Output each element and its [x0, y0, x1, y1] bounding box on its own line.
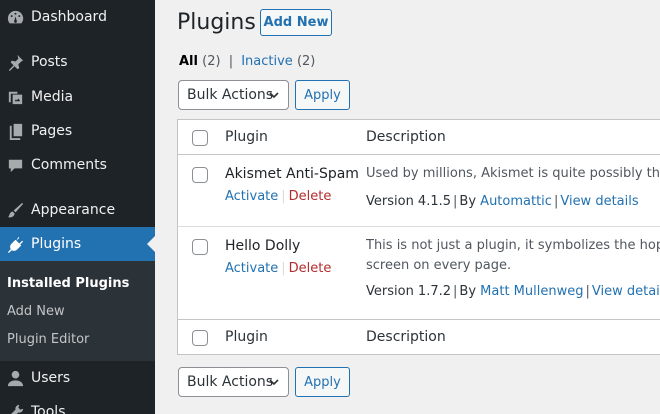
menu-label: Appearance	[31, 202, 116, 218]
submenu-installed-plugins[interactable]: Installed Plugins	[7, 276, 129, 291]
current-arrow	[147, 236, 155, 252]
table-header: Plugin Description	[178, 120, 660, 155]
menu-label: Dashboard	[31, 9, 107, 25]
media-icon	[5, 87, 25, 107]
menu-pages[interactable]: Pages	[0, 114, 155, 148]
plugin-description-line-1: This is not just a plugin, it symbolizes…	[366, 238, 660, 253]
plugin-version: Version 4.1.5	[366, 194, 452, 209]
bulk-actions-select-bottom[interactable]: Bulk Actions	[178, 367, 289, 397]
plugin-version: Version 1.7.2	[366, 284, 452, 299]
chevron-down-icon	[269, 379, 279, 386]
user-icon	[5, 368, 25, 388]
plugin-name: Akismet Anti-Spam	[225, 166, 359, 182]
menu-label: Pages	[31, 123, 73, 139]
delete-link[interactable]: Delete	[289, 261, 332, 276]
column-plugin: Plugin	[225, 129, 268, 145]
table-footer: Plugin Description	[178, 319, 660, 354]
page-title: Plugins	[177, 10, 256, 35]
plug-icon	[5, 234, 25, 254]
column-plugin-footer: Plugin	[225, 329, 268, 345]
view-details-link[interactable]: View details	[560, 194, 638, 209]
brush-icon	[5, 200, 25, 220]
pages-icon	[5, 121, 25, 141]
by-label: By	[459, 194, 477, 209]
wrench-icon	[5, 402, 25, 414]
bulk-actions-select-top[interactable]: Bulk Actions	[178, 80, 289, 110]
filter-all[interactable]: All	[179, 54, 198, 69]
menu-appearance[interactable]: Appearance	[0, 193, 155, 227]
activate-link[interactable]: Activate	[225, 189, 278, 204]
comment-icon	[5, 155, 25, 175]
plugin-description-line-2: screen on every page.	[366, 258, 512, 273]
add-new-button[interactable]: Add New	[260, 9, 332, 36]
table-row: Hello Dolly Activate | Delete This is not …	[178, 227, 660, 319]
menu-label: Users	[31, 370, 71, 386]
row-checkbox[interactable]	[192, 239, 208, 255]
menu-media[interactable]: Media	[0, 80, 155, 114]
submenu-plugin-editor[interactable]: Plugin Editor	[7, 332, 89, 347]
submenu-add-new[interactable]: Add New	[7, 304, 65, 319]
activate-link[interactable]: Activate	[225, 261, 278, 276]
by-label: By	[459, 284, 477, 299]
main-content: Plugins Add New All (2) | Inactive (2) B…	[155, 0, 660, 414]
filter-inactive-count: (2)	[296, 54, 316, 69]
plugin-meta: Version 4.1.5 | By Automattic | View details	[366, 194, 639, 209]
bulk-actions-value: Bulk Actions	[187, 87, 274, 103]
plugins-submenu: Installed Plugins Add New Plugin Editor	[0, 261, 155, 361]
pin-icon	[5, 52, 25, 72]
chevron-down-icon	[269, 92, 279, 99]
bulk-actions-value: Bulk Actions	[187, 374, 274, 390]
select-all-checkbox-bottom[interactable]	[192, 330, 208, 346]
plugin-description: Used by millions, Akismet is quite possi…	[366, 166, 660, 181]
menu-label: Media	[31, 89, 74, 105]
author-link[interactable]: Matt Mullenweg	[480, 284, 583, 299]
menu-comments[interactable]: Comments	[0, 148, 155, 182]
row-actions: Activate | Delete	[225, 261, 332, 276]
delete-link[interactable]: Delete	[289, 189, 332, 204]
dashboard-icon	[5, 7, 25, 27]
menu-label: Tools	[31, 404, 66, 414]
author-link[interactable]: Automattic	[480, 194, 552, 209]
view-details-link[interactable]: View details	[592, 284, 660, 299]
apply-button-bottom[interactable]: Apply	[295, 367, 350, 397]
plugin-name: Hello Dolly	[225, 238, 301, 254]
table-row: Akismet Anti-Spam Activate | Delete Used b…	[178, 155, 660, 227]
menu-dashboard[interactable]: Dashboard	[0, 0, 155, 34]
filter-all-count: (2)	[202, 54, 221, 69]
row-actions: Activate | Delete	[225, 189, 332, 204]
menu-users[interactable]: Users	[0, 361, 155, 395]
menu-posts[interactable]: Posts	[0, 45, 155, 79]
plugins-table: Plugin Description Akismet Anti-Spam Act…	[177, 119, 660, 355]
filter-separator: |	[228, 54, 234, 69]
admin-sidebar: Dashboard Posts Media Pages Comments App…	[0, 0, 155, 414]
plugin-meta: Version 1.7.2 | By Matt Mullenweg | View det…	[366, 284, 660, 299]
menu-label: Comments	[31, 157, 107, 173]
select-all-checkbox[interactable]	[192, 130, 208, 146]
filter-inactive[interactable]: Inactive	[241, 54, 293, 69]
menu-label: Plugins	[31, 236, 82, 252]
menu-tools[interactable]: Tools	[0, 395, 155, 414]
row-checkbox[interactable]	[192, 167, 208, 183]
menu-plugins[interactable]: Plugins	[0, 227, 155, 261]
column-description-footer: Description	[366, 329, 446, 345]
plugin-filters: All (2) | Inactive (2)	[179, 54, 315, 69]
apply-button-top[interactable]: Apply	[295, 80, 350, 110]
column-description: Description	[366, 129, 446, 145]
menu-label: Posts	[31, 54, 68, 70]
